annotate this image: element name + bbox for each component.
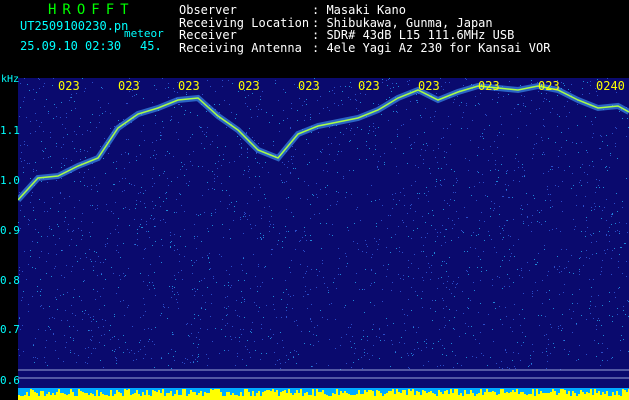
info-value-receiver: : SDR# 43dB L15 111.6MHz USB — [312, 28, 515, 42]
frequency-tick-label: 0.9 — [0, 224, 20, 237]
frequency-tick-label: 1.0 — [0, 174, 20, 187]
frequency-tick-label: 0.6 — [0, 374, 20, 387]
noise-layer — [18, 78, 629, 370]
spectrogram — [18, 78, 629, 400]
signal-glow — [18, 82, 629, 203]
tick-value: 45. — [140, 39, 162, 53]
time-tick-label: 023 — [178, 79, 200, 93]
unit-label: kHz — [1, 74, 20, 85]
time-tick-label: 023 — [358, 79, 380, 93]
frequency-tick-label: 1.1 — [0, 124, 20, 137]
info-values: : Masaki Kano : Shibukawa, Gunma, Japan … — [312, 4, 550, 54]
frequency-tick-label: 0.8 — [0, 274, 20, 287]
time-tick-label: 023 — [298, 79, 320, 93]
time-tick-label: 023 — [538, 79, 560, 93]
app-title: HROFFT — [48, 2, 135, 18]
frequency-tick-label: 0.7 — [0, 323, 20, 336]
time-tick-label: 023 — [118, 79, 140, 93]
time-tick-label: 0240 — [596, 79, 625, 93]
time-tick-label: 023 — [238, 79, 260, 93]
time-tick-label: 023 — [418, 79, 440, 93]
info-label-observer: Observer — [179, 3, 237, 17]
info-label-antenna: Receiving Antenna — [179, 40, 302, 55]
header: HROFFT UT2509100230.pn meteor 25.09.10 0… — [0, 0, 629, 78]
info-labels: Observer Receiving Location Receiver Rec… — [179, 4, 309, 54]
info-value-antenna: : 4ele Yagi Az 230 for Kansai VOR — [312, 40, 551, 55]
datetime: 25.09.10 02:30 — [20, 39, 122, 53]
info-value-observer: : Masaki Kano — [312, 3, 406, 17]
time-tick-label: 023 — [478, 79, 500, 93]
spectrogram-canvas — [18, 78, 629, 400]
info-label-receiver: Receiver — [179, 28, 237, 42]
filename: UT2509100230.pn — [20, 19, 129, 33]
time-tick-label: 023 — [58, 79, 80, 93]
